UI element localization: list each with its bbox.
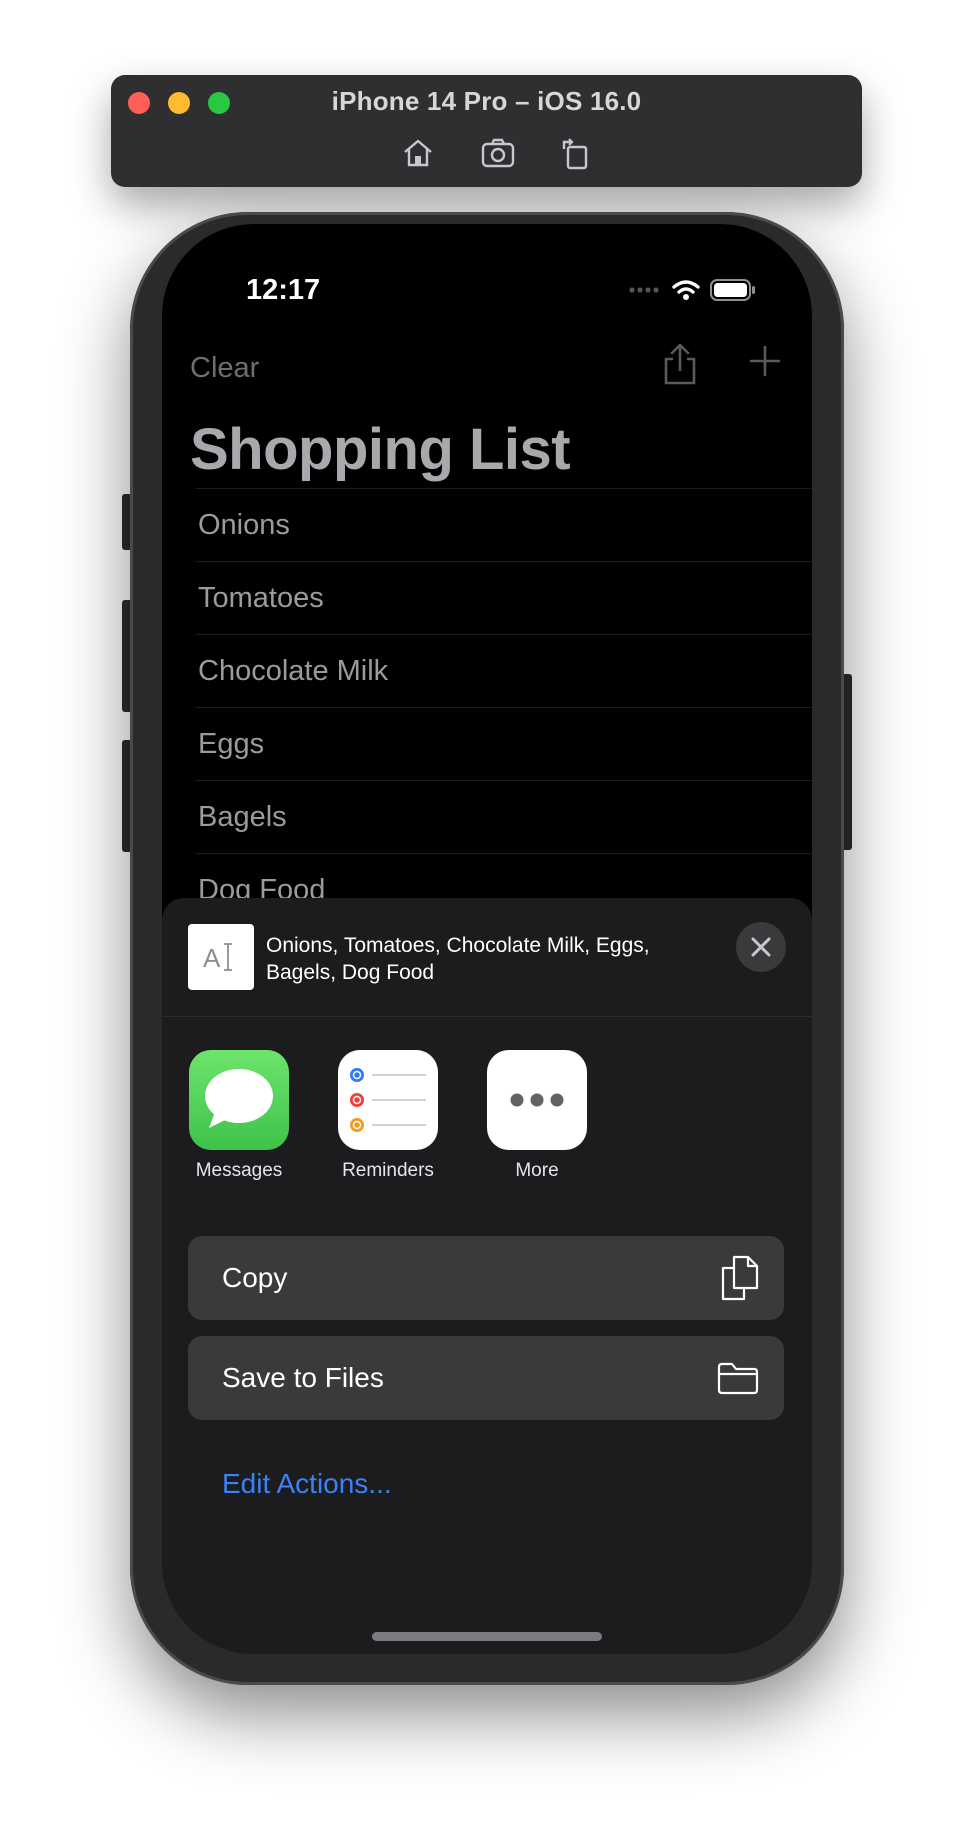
reminders-icon (338, 1050, 438, 1150)
list-item[interactable]: Bagels (195, 780, 812, 853)
more-icon (487, 1050, 587, 1150)
plus-icon[interactable] (748, 344, 782, 383)
share-icon[interactable] (662, 342, 698, 391)
battery-icon (710, 279, 755, 301)
copy-action-button[interactable]: Copy (188, 1236, 784, 1320)
home-icon[interactable] (400, 135, 436, 171)
screenshot-icon[interactable] (480, 135, 516, 171)
share-apps-row: Messages Reminders More (162, 1050, 812, 1190)
home-indicator[interactable] (372, 1632, 602, 1641)
text-preview-icon: A (188, 924, 254, 990)
list-item[interactable]: Onions (195, 488, 812, 561)
simulator-title: iPhone 14 Pro – iOS 16.0 (331, 86, 642, 116)
close-icon[interactable] (736, 922, 786, 972)
share-app-reminders[interactable]: Reminders (323, 1050, 453, 1182)
save-to-files-action-button[interactable]: Save to Files (188, 1336, 784, 1420)
share-preview-text: Onions, Tomatoes, Chocolate Milk, Eggs, … (266, 934, 650, 984)
save-to-files-action-label: Save to Files (222, 1362, 384, 1393)
status-time: 12:17 (246, 274, 321, 306)
clear-button[interactable]: Clear (190, 352, 259, 385)
edit-actions-link[interactable]: Edit Actions... (222, 1468, 392, 1500)
dynamic-island (392, 268, 582, 324)
share-sheet: A Onions, Tomatoes, Chocolate Milk, Eggs… (162, 898, 812, 1654)
svg-text:A: A (203, 943, 221, 973)
copy-icon (721, 1255, 759, 1301)
shopping-list: Onions Tomatoes Chocolate Milk Eggs Bage… (195, 488, 812, 926)
cellular-icon (629, 287, 659, 293)
list-item[interactable]: Eggs (195, 707, 812, 780)
device-screen: 12:17 Clear Shopping List Onions Tomatoe… (162, 224, 812, 1654)
wifi-icon (672, 280, 700, 300)
share-sheet-header: A Onions, Tomatoes, Chocolate Milk, Eggs… (162, 898, 812, 1017)
rotate-icon[interactable] (558, 135, 594, 171)
folder-icon (717, 1362, 759, 1395)
share-app-label: More (515, 1160, 559, 1181)
share-app-label: Messages (195, 1160, 283, 1181)
page-title: Shopping List (190, 417, 571, 482)
copy-action-label: Copy (222, 1262, 288, 1293)
list-item[interactable]: Tomatoes (195, 561, 812, 634)
messages-icon (189, 1050, 289, 1150)
status-icons (628, 276, 756, 304)
share-app-label: Reminders (342, 1160, 434, 1181)
list-item[interactable]: Chocolate Milk (195, 634, 812, 707)
share-app-more[interactable]: More (472, 1050, 602, 1182)
share-app-messages[interactable]: Messages (174, 1050, 304, 1182)
